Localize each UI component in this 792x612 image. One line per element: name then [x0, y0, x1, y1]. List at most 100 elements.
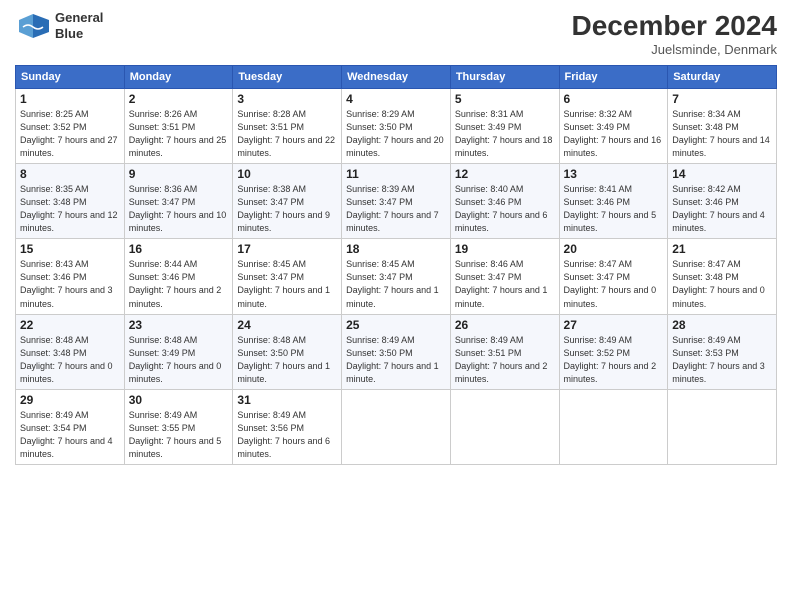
day-info: Sunrise: 8:49 AMSunset: 3:55 PMDaylight:… — [129, 409, 229, 461]
day-info: Sunrise: 8:40 AMSunset: 3:46 PMDaylight:… — [455, 183, 555, 235]
calendar-cell — [668, 389, 777, 464]
day-number: 22 — [20, 318, 120, 332]
calendar-header-day: Tuesday — [233, 66, 342, 89]
calendar-week-row: 22 Sunrise: 8:48 AMSunset: 3:48 PMDayligh… — [16, 314, 777, 389]
day-info: Sunrise: 8:49 AMSunset: 3:50 PMDaylight:… — [346, 334, 446, 386]
day-number: 6 — [564, 92, 664, 106]
day-number: 16 — [129, 242, 229, 256]
calendar-week-row: 1 Sunrise: 8:25 AMSunset: 3:52 PMDaylight… — [16, 89, 777, 164]
calendar-cell: 11Sunrise: 8:39 AMSunset: 3:47 PMDayligh… — [342, 164, 451, 239]
day-info: Sunrise: 8:47 AMSunset: 3:47 PMDaylight:… — [564, 258, 664, 310]
calendar-table: SundayMondayTuesdayWednesdayThursdayFrid… — [15, 65, 777, 465]
day-info: Sunrise: 8:28 AMSunset: 3:51 PMDaylight:… — [237, 108, 337, 160]
calendar-cell: 27Sunrise: 8:49 AMSunset: 3:52 PMDayligh… — [559, 314, 668, 389]
logo: General Blue — [15, 10, 103, 41]
calendar-cell: 3 Sunrise: 8:28 AMSunset: 3:51 PMDaylight… — [233, 89, 342, 164]
calendar-cell: 15Sunrise: 8:43 AMSunset: 3:46 PMDayligh… — [16, 239, 125, 314]
day-info: Sunrise: 8:44 AMSunset: 3:46 PMDaylight:… — [129, 258, 229, 310]
calendar-cell: 6 Sunrise: 8:32 AMSunset: 3:49 PMDaylight… — [559, 89, 668, 164]
day-number: 4 — [346, 92, 446, 106]
calendar-header-row: SundayMondayTuesdayWednesdayThursdayFrid… — [16, 66, 777, 89]
calendar-cell: 19 Sunrise: 8:46 AMSunset: 3:47 PMDayligh… — [450, 239, 559, 314]
day-number: 12 — [455, 167, 555, 181]
day-info: Sunrise: 8:48 AMSunset: 3:49 PMDaylight:… — [129, 334, 229, 386]
day-info: Sunrise: 8:41 AMSunset: 3:46 PMDaylight:… — [564, 183, 664, 235]
calendar-cell: 9 Sunrise: 8:36 AMSunset: 3:47 PMDaylight… — [124, 164, 233, 239]
calendar-cell: 21 Sunrise: 8:47 AMSunset: 3:48 PMDayligh… — [668, 239, 777, 314]
day-info: Sunrise: 8:26 AMSunset: 3:51 PMDaylight:… — [129, 108, 229, 160]
calendar-cell: 29Sunrise: 8:49 AMSunset: 3:54 PMDayligh… — [16, 389, 125, 464]
calendar-week-row: 15Sunrise: 8:43 AMSunset: 3:46 PMDayligh… — [16, 239, 777, 314]
day-info: Sunrise: 8:45 AMSunset: 3:47 PMDaylight:… — [237, 258, 337, 310]
calendar-cell: 10Sunrise: 8:38 AMSunset: 3:47 PMDayligh… — [233, 164, 342, 239]
day-info: Sunrise: 8:49 AMSunset: 3:51 PMDaylight:… — [455, 334, 555, 386]
calendar-cell: 20 Sunrise: 8:47 AMSunset: 3:47 PMDayligh… — [559, 239, 668, 314]
day-number: 23 — [129, 318, 229, 332]
day-info: Sunrise: 8:49 AMSunset: 3:54 PMDaylight:… — [20, 409, 120, 461]
day-number: 20 — [564, 242, 664, 256]
calendar-cell: 16 Sunrise: 8:44 AMSunset: 3:46 PMDayligh… — [124, 239, 233, 314]
day-number: 19 — [455, 242, 555, 256]
calendar-header-day: Sunday — [16, 66, 125, 89]
logo-text: General Blue — [55, 10, 103, 41]
calendar-header-day: Saturday — [668, 66, 777, 89]
day-number: 13 — [564, 167, 664, 181]
calendar-cell: 26 Sunrise: 8:49 AMSunset: 3:51 PMDayligh… — [450, 314, 559, 389]
calendar-cell: 22 Sunrise: 8:48 AMSunset: 3:48 PMDayligh… — [16, 314, 125, 389]
day-number: 3 — [237, 92, 337, 106]
calendar-cell: 12 Sunrise: 8:40 AMSunset: 3:46 PMDayligh… — [450, 164, 559, 239]
day-number: 5 — [455, 92, 555, 106]
day-number: 8 — [20, 167, 120, 181]
calendar-cell: 18 Sunrise: 8:45 AMSunset: 3:47 PMDayligh… — [342, 239, 451, 314]
day-number: 31 — [237, 393, 337, 407]
day-info: Sunrise: 8:39 AMSunset: 3:47 PMDaylight:… — [346, 183, 446, 235]
day-info: Sunrise: 8:29 AMSunset: 3:50 PMDaylight:… — [346, 108, 446, 160]
day-number: 9 — [129, 167, 229, 181]
day-info: Sunrise: 8:49 AMSunset: 3:56 PMDaylight:… — [237, 409, 337, 461]
calendar-week-row: 8Sunrise: 8:35 AMSunset: 3:48 PMDaylight… — [16, 164, 777, 239]
calendar-cell — [559, 389, 668, 464]
calendar-cell: 14Sunrise: 8:42 AMSunset: 3:46 PMDayligh… — [668, 164, 777, 239]
calendar-cell — [450, 389, 559, 464]
day-number: 14 — [672, 167, 772, 181]
calendar-cell: 1 Sunrise: 8:25 AMSunset: 3:52 PMDaylight… — [16, 89, 125, 164]
day-info: Sunrise: 8:47 AMSunset: 3:48 PMDaylight:… — [672, 258, 772, 310]
calendar-cell: 28Sunrise: 8:49 AMSunset: 3:53 PMDayligh… — [668, 314, 777, 389]
day-number: 25 — [346, 318, 446, 332]
day-info: Sunrise: 8:45 AMSunset: 3:47 PMDaylight:… — [346, 258, 446, 310]
calendar-cell: 2 Sunrise: 8:26 AMSunset: 3:51 PMDaylight… — [124, 89, 233, 164]
calendar-cell: 24 Sunrise: 8:48 AMSunset: 3:50 PMDayligh… — [233, 314, 342, 389]
calendar-cell: 25 Sunrise: 8:49 AMSunset: 3:50 PMDayligh… — [342, 314, 451, 389]
day-info: Sunrise: 8:48 AMSunset: 3:48 PMDaylight:… — [20, 334, 120, 386]
day-number: 2 — [129, 92, 229, 106]
day-info: Sunrise: 8:25 AMSunset: 3:52 PMDaylight:… — [20, 108, 120, 160]
day-info: Sunrise: 8:49 AMSunset: 3:53 PMDaylight:… — [672, 334, 772, 386]
calendar-header-day: Friday — [559, 66, 668, 89]
calendar-cell: 4 Sunrise: 8:29 AMSunset: 3:50 PMDaylight… — [342, 89, 451, 164]
calendar-cell: 13 Sunrise: 8:41 AMSunset: 3:46 PMDayligh… — [559, 164, 668, 239]
day-info: Sunrise: 8:43 AMSunset: 3:46 PMDaylight:… — [20, 258, 120, 310]
calendar-header-day: Wednesday — [342, 66, 451, 89]
day-number: 1 — [20, 92, 120, 106]
logo-icon — [15, 12, 51, 40]
day-number: 21 — [672, 242, 772, 256]
calendar-cell: 30Sunrise: 8:49 AMSunset: 3:55 PMDayligh… — [124, 389, 233, 464]
subtitle: Juelsminde, Denmark — [572, 42, 777, 57]
header: General Blue December 2024 Juelsminde, D… — [15, 10, 777, 57]
day-info: Sunrise: 8:32 AMSunset: 3:49 PMDaylight:… — [564, 108, 664, 160]
calendar-header-day: Monday — [124, 66, 233, 89]
page: General Blue December 2024 Juelsminde, D… — [0, 0, 792, 612]
day-number: 27 — [564, 318, 664, 332]
day-info: Sunrise: 8:34 AMSunset: 3:48 PMDaylight:… — [672, 108, 772, 160]
calendar-cell: 31 Sunrise: 8:49 AMSunset: 3:56 PMDayligh… — [233, 389, 342, 464]
day-number: 26 — [455, 318, 555, 332]
month-title: December 2024 — [572, 10, 777, 42]
day-info: Sunrise: 8:48 AMSunset: 3:50 PMDaylight:… — [237, 334, 337, 386]
calendar-cell: 23 Sunrise: 8:48 AMSunset: 3:49 PMDayligh… — [124, 314, 233, 389]
day-info: Sunrise: 8:46 AMSunset: 3:47 PMDaylight:… — [455, 258, 555, 310]
day-number: 18 — [346, 242, 446, 256]
day-number: 24 — [237, 318, 337, 332]
day-info: Sunrise: 8:36 AMSunset: 3:47 PMDaylight:… — [129, 183, 229, 235]
calendar-cell: 17Sunrise: 8:45 AMSunset: 3:47 PMDayligh… — [233, 239, 342, 314]
calendar-cell: 5Sunrise: 8:31 AMSunset: 3:49 PMDaylight… — [450, 89, 559, 164]
